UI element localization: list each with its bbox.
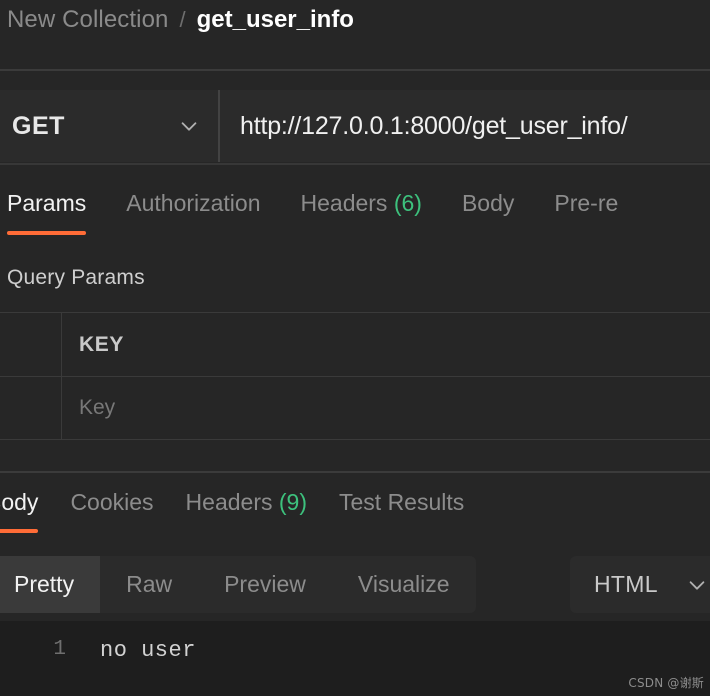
tab-headers-count: (6) — [393, 190, 422, 216]
view-mode-raw-label: Raw — [126, 571, 173, 597]
tab-params-active-underline — [7, 231, 87, 235]
row-checkbox-cell[interactable] — [0, 377, 62, 439]
tab-body[interactable]: Body — [462, 186, 514, 217]
tab-authorization[interactable]: Authorization — [126, 186, 260, 217]
http-method-selector[interactable]: GET — [0, 90, 220, 162]
breadcrumb-collection[interactable]: New Collection — [7, 6, 168, 34]
response-tab-cookies[interactable]: Cookies — [70, 485, 153, 516]
query-params-table: KEY Key — [0, 312, 710, 440]
tab-authorization-label: Authorization — [126, 190, 261, 216]
breadcrumb-separator: / — [179, 7, 186, 32]
tab-params[interactable]: Params — [7, 186, 87, 235]
query-params-title: Query Params — [7, 266, 145, 289]
table-header-row: KEY — [0, 312, 710, 376]
chevron-down-icon — [178, 115, 200, 137]
url-input[interactable]: http://127.0.0.1:8000/get_user_info/ — [220, 90, 710, 162]
view-mode-raw[interactable]: Raw — [100, 556, 198, 613]
url-text: http://127.0.0.1:8000/get_user_info/ — [240, 111, 628, 140]
view-mode-preview-label: Preview — [224, 571, 306, 597]
tab-pre-request-script[interactable]: Pre-re — [554, 186, 618, 217]
postman-window: New Collection / get_user_info GET http:… — [0, 0, 710, 696]
tab-pre-request-script-label: Pre-re — [554, 190, 619, 216]
http-method-label: GET — [12, 111, 65, 140]
response-tab-body[interactable]: Body — [0, 485, 39, 533]
response-tab-headers-count: (9) — [278, 489, 307, 515]
request-tabs: Params Authorization Headers (6) Body Pr… — [0, 186, 710, 246]
response-tab-headers-label: Headers — [185, 489, 273, 515]
tab-body-label: Body — [461, 190, 515, 216]
breadcrumb: New Collection / get_user_info — [7, 6, 354, 34]
watermark: CSDN @谢斯 — [628, 676, 704, 690]
view-mode-pretty[interactable]: Pretty — [0, 556, 101, 613]
select-all-checkbox-cell[interactable] — [0, 313, 62, 376]
response-tab-headers[interactable]: Headers (9) — [186, 485, 307, 516]
column-header-key: KEY — [62, 313, 710, 376]
response-format-value: HTML — [594, 571, 658, 597]
view-mode-visualize-label: Visualize — [357, 571, 450, 597]
url-bar-divider — [0, 163, 710, 165]
response-tab-body-label: Body — [0, 489, 39, 515]
response-tab-test-results[interactable]: Test Results — [339, 485, 464, 516]
response-tabs: Body Cookies Headers (9) Test Results — [0, 485, 710, 543]
table-row: Key — [0, 376, 710, 440]
response-tab-cookies-label: Cookies — [70, 489, 154, 515]
tab-params-label: Params — [7, 190, 87, 216]
request-response-splitter[interactable] — [0, 471, 710, 473]
view-mode-pretty-label: Pretty — [14, 571, 75, 597]
view-mode-visualize[interactable]: Visualize — [332, 556, 476, 613]
response-format-dropdown[interactable]: HTML — [570, 556, 710, 613]
row-key-placeholder: Key — [79, 396, 116, 419]
code-line: 1 no user — [0, 621, 710, 663]
tab-headers-label: Headers — [300, 190, 388, 216]
response-view-mode-switcher: Pretty Raw Preview Visualize — [0, 556, 476, 613]
response-body-text: no user — [100, 638, 196, 663]
url-bar: GET http://127.0.0.1:8000/get_user_info/ — [0, 90, 710, 162]
response-tab-test-results-label: Test Results — [339, 489, 465, 515]
tab-headers[interactable]: Headers (6) — [301, 186, 422, 217]
chevron-down-icon — [686, 574, 708, 596]
view-mode-preview[interactable]: Preview — [198, 556, 332, 613]
row-key-input[interactable]: Key — [62, 377, 710, 439]
response-tab-body-active-underline — [0, 529, 39, 533]
breadcrumb-current-request[interactable]: get_user_info — [197, 6, 354, 34]
column-header-key-label: KEY — [79, 332, 124, 356]
line-number: 1 — [53, 638, 66, 661]
header-divider — [0, 69, 710, 71]
breadcrumb-bar: New Collection / get_user_info — [0, 0, 710, 69]
response-body-viewer[interactable]: 1 no user — [0, 621, 710, 696]
